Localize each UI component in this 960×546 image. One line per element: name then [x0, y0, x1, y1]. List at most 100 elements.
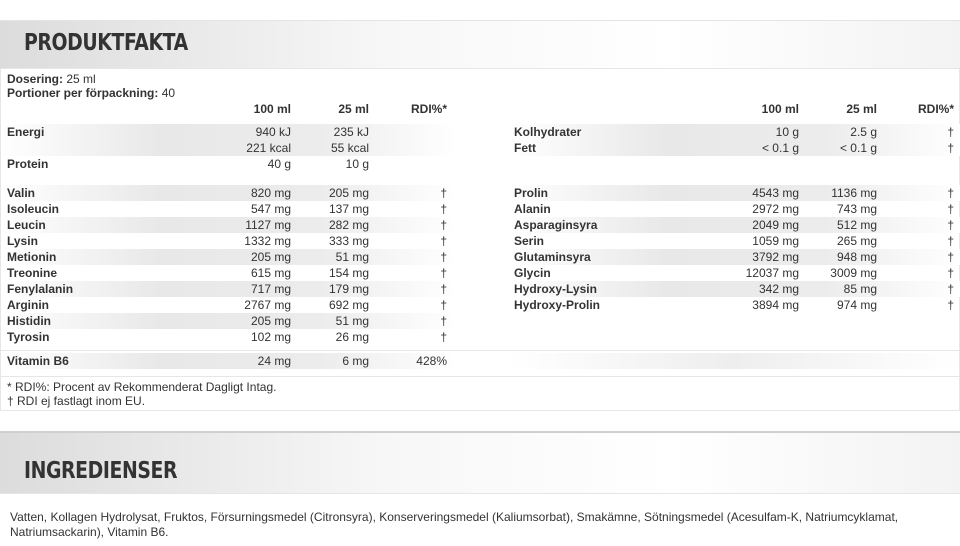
nutrient-value: 1059 mg [752, 234, 799, 248]
column-header: 100 ml [761, 102, 799, 116]
table-row: Valin 820 mg 205 mg † [1, 185, 456, 201]
nutrient-value: † [440, 298, 447, 312]
table-row: Metionin 205 mg 51 mg † [1, 249, 456, 265]
nutrient-value: 2972 mg [752, 202, 799, 216]
column-header: 25 ml [338, 102, 369, 116]
table-header-row: 100 ml 25 ml RDI%* [508, 101, 960, 117]
nutrient-value: † [947, 141, 954, 155]
vitamin-25ml: 6 mg [342, 354, 369, 368]
nutrient-value: 948 mg [836, 250, 877, 264]
table-row: Arginin 2767 mg 692 mg † [1, 297, 456, 313]
table-row: Protein 40 g 10 g [1, 156, 456, 172]
nutrient-value: † [440, 186, 447, 200]
nutrient-value: † [440, 314, 447, 328]
nutrient-label: Glutaminsyra [514, 250, 591, 264]
column-header: 100 ml [253, 102, 291, 116]
table-row: Isoleucin 547 mg 137 mg † [1, 201, 456, 217]
nutrient-value: 205 mg [250, 250, 291, 264]
nutrient-value: 154 mg [328, 266, 369, 280]
nutrient-label: Energi [7, 125, 45, 139]
nutrient-value: † [947, 202, 954, 216]
nutrient-value: 940 kJ [255, 125, 291, 139]
nutrient-value: 102 mg [250, 330, 291, 344]
nutrient-value: 235 kJ [333, 125, 369, 139]
nutrient-label: Metionin [7, 250, 57, 264]
nutrient-value: † [440, 330, 447, 344]
nutrient-value: 4543 mg [752, 186, 799, 200]
nutrient-value: † [947, 266, 954, 280]
nutrient-value: † [440, 218, 447, 232]
table-row: 221 kcal 55 kcal [1, 140, 456, 156]
nutrient-value: 3009 mg [830, 266, 877, 280]
nutrient-label: Arginin [7, 298, 49, 312]
nutrient-value: 55 kcal [330, 141, 369, 155]
table-header-row: 100 ml 25 ml RDI%* [1, 101, 456, 117]
vitamin-label: Vitamin B6 [7, 354, 69, 368]
nutrient-value: † [947, 186, 954, 200]
nutrient-label: Fenylalanin [7, 282, 74, 296]
table-row: Hydroxy-Prolin 3894 mg 974 mg † [508, 297, 960, 313]
nutrient-value: † [440, 202, 447, 216]
nutrient-value: 137 mg [328, 202, 369, 216]
table-row: Fett < 0.1 g < 0.1 g † [508, 140, 960, 156]
column-header: RDI%* [917, 102, 954, 116]
nutrient-value: 10 g [345, 157, 369, 171]
nutrient-value: 333 mg [328, 234, 369, 248]
nutrient-value: 2049 mg [752, 218, 799, 232]
nutrient-value: 1136 mg [831, 186, 877, 200]
nutrient-value: 282 mg [328, 218, 369, 232]
table-row: Alanin 2972 mg 743 mg † [508, 201, 960, 217]
nutrient-label: Fett [514, 141, 536, 155]
nutrient-label: Valin [7, 186, 36, 200]
column-header: RDI%* [410, 102, 447, 116]
nutrient-label: Serin [514, 234, 545, 248]
nutrient-label: Lysin [7, 234, 38, 248]
nutrient-value: 820 mg [250, 186, 291, 200]
nutrient-value: † [440, 250, 447, 264]
nutrient-value: 342 mg [758, 282, 799, 296]
vitamin-row: Vitamin B6 24 mg 6 mg 428% [1, 350, 959, 377]
nutrient-value: 615 mg [250, 266, 291, 280]
nutrition-facts-panel: Dosering: 25 ml Portioner per förpacknin… [0, 68, 960, 411]
nutrient-value: 2767 mg [244, 298, 291, 312]
nutrient-value: 692 mg [328, 298, 369, 312]
nutrient-value: 10 g [775, 125, 799, 139]
nutrient-value: 2.5 g [850, 125, 877, 139]
nutrient-value: 3894 mg [752, 298, 799, 312]
nutrient-label: Protein [7, 157, 49, 171]
table-row: Fenylalanin 717 mg 179 mg † [1, 281, 456, 297]
nutrient-label: Asparaginsyra [514, 218, 598, 232]
nutrient-value: 512 mg [836, 218, 877, 232]
nutrient-value: 1127 mg [245, 218, 291, 232]
nutrient-label: Hydroxy-Prolin [514, 298, 601, 312]
nutrient-value: 547 mg [250, 202, 291, 216]
table-row: Glycin 12037 mg 3009 mg † [508, 265, 960, 281]
nutrient-value: † [947, 250, 954, 264]
nutrient-value: 51 mg [335, 250, 369, 264]
nutrient-value: † [947, 282, 954, 296]
vitamin-rdi: 428% [416, 354, 447, 368]
nutrient-value: < 0.1 g [839, 141, 877, 155]
nutrient-value: † [440, 234, 447, 248]
table-row: Tyrosin 102 mg 26 mg † [1, 329, 456, 345]
nutrient-value: † [440, 266, 447, 280]
vitamin-band: Vitamin B6 24 mg 6 mg 428% [1, 353, 456, 369]
table-row: Energi 940 kJ 235 kJ [1, 124, 456, 140]
nutrient-label: Glycin [514, 266, 551, 280]
nutrient-label: Prolin [514, 186, 549, 200]
nutrient-value: 205 mg [328, 186, 369, 200]
nutrient-value: 179 mg [328, 282, 369, 296]
nutrient-label: Hydroxy-Lysin [514, 282, 597, 296]
table-row: Serin 1059 mg 265 mg † [508, 233, 960, 249]
footnote-rdi: * RDI%: Procent av Rekommenderat Dagligt… [7, 380, 277, 394]
nutrient-label: Histidin [7, 314, 51, 328]
table-row: Lysin 1332 mg 333 mg † [1, 233, 456, 249]
ingredienser-header: INGREDIENSER [0, 431, 960, 493]
nutrient-value: 40 g [267, 157, 291, 171]
nutrient-value: 265 mg [836, 234, 877, 248]
table-row: Glutaminsyra 3792 mg 948 mg † [508, 249, 960, 265]
nutrient-value: 12037 mg [745, 266, 799, 280]
table-row: Leucin 1127 mg 282 mg † [1, 217, 456, 233]
nutrient-value: 26 mg [335, 330, 369, 344]
produktfakta-title: PRODUKTFAKTA [24, 30, 188, 56]
